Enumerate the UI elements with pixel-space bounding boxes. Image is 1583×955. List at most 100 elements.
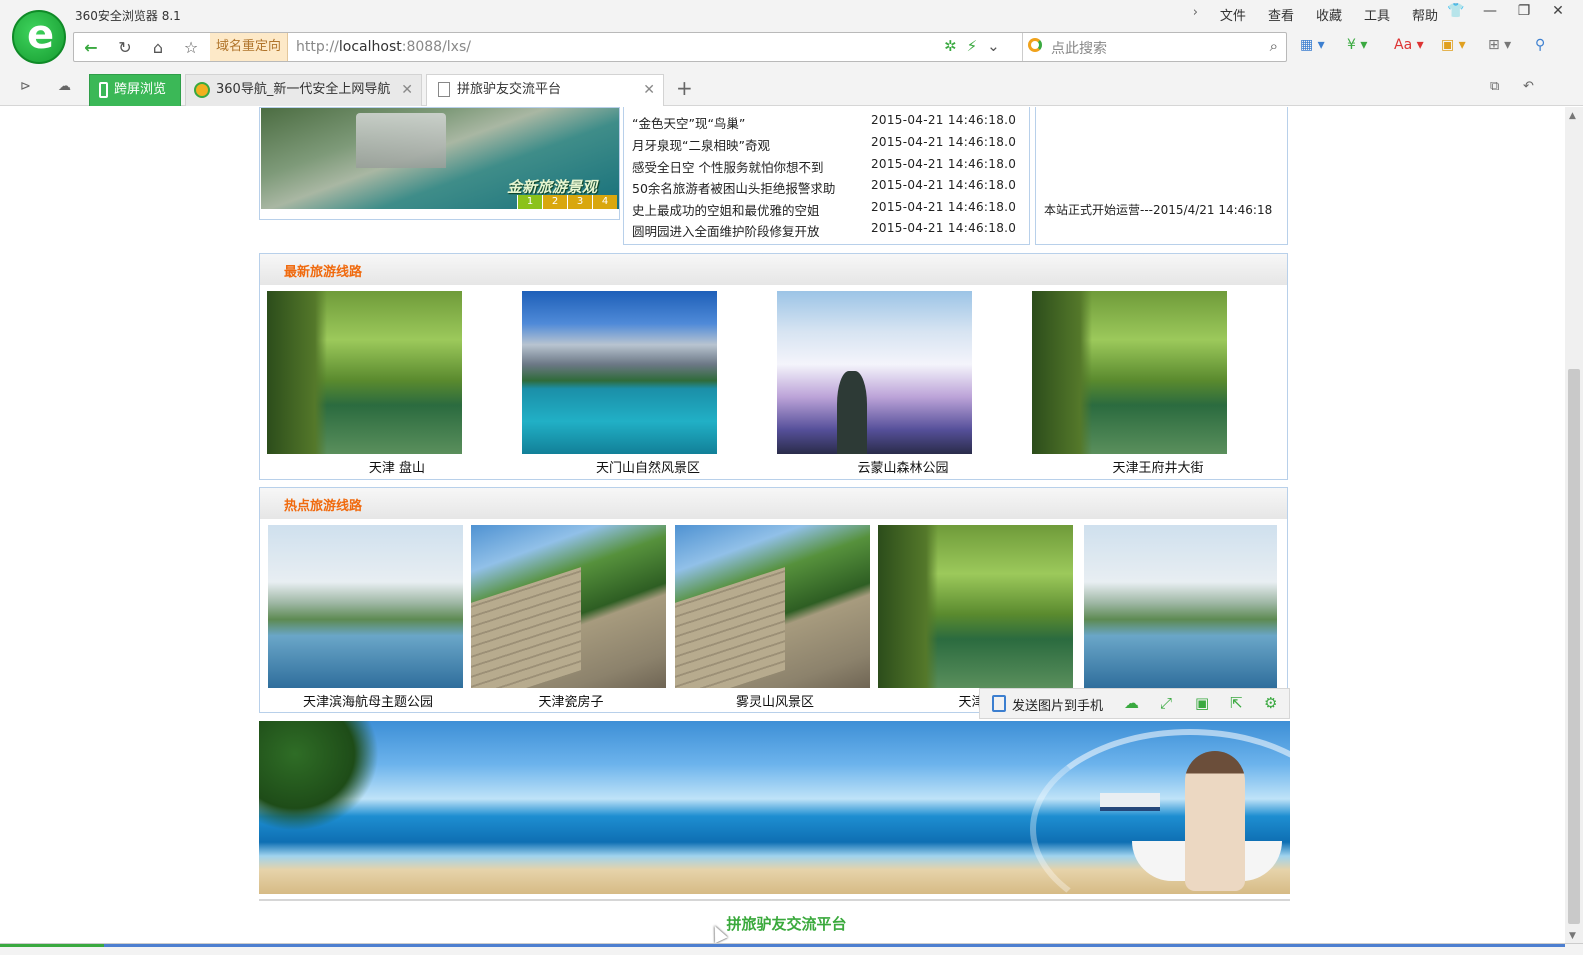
- tab-360-nav[interactable]: 360导航_新一代安全上网导航 ✕: [185, 74, 422, 106]
- route-name[interactable]: 天门山自然风景区: [528, 457, 768, 476]
- news-item[interactable]: 50余名旅游者被困山头拒绝报警求助 2015-04-21 14:46:18.0: [632, 178, 1022, 199]
- tab-pinlv[interactable]: 拼旅驴友交流平台 ✕: [426, 74, 664, 106]
- notice-panel: 本站正式开始运营---2015/4/21 14:46:18: [1035, 107, 1288, 245]
- route-card[interactable]: 天门山自然风景区: [522, 291, 717, 476]
- news-item[interactable]: 史上最成功的空姐和最优雅的空姐 2015-04-21 14:46:18.0: [632, 200, 1022, 221]
- scroll-thumb[interactable]: [1568, 369, 1580, 924]
- route-card[interactable]: 天津滨海航母主题公园: [268, 525, 463, 710]
- game-icon[interactable]: ⊞ ▾: [1488, 37, 1526, 53]
- vertical-scrollbar[interactable]: ▲ ▼: [1565, 107, 1583, 945]
- bottom-beach-banner: [259, 721, 1290, 894]
- undo-close-icon[interactable]: ↶: [1523, 79, 1534, 94]
- speed-mode-icon[interactable]: ⚡: [967, 37, 978, 55]
- cloud-save-icon[interactable]: ☁: [1124, 694, 1139, 712]
- news-title[interactable]: 感受全日空 个性服务就怕你想不到: [632, 157, 823, 176]
- news-item[interactable]: 圆明园进入全面维护阶段修复开放 2015-04-21 14:46:18.0: [632, 221, 1022, 242]
- news-item[interactable]: 月牙泉现“二泉相映”奇观 2015-04-21 14:46:18.0: [632, 135, 1022, 156]
- restore-button[interactable]: ❐: [1515, 3, 1533, 19]
- route-card[interactable]: 天津王府井大街: [1032, 291, 1227, 476]
- banner-slider[interactable]: 金新旅游景观 1 2 3 4: [259, 107, 620, 220]
- route-card[interactable]: 云蒙山森林公园: [777, 291, 972, 476]
- route-card[interactable]: 天津古: [878, 525, 1073, 710]
- banner-page[interactable]: 3: [567, 195, 592, 209]
- url-host: localhost: [338, 39, 402, 55]
- section-header: 热点旅游线路: [260, 488, 1287, 519]
- route-name[interactable]: 云蒙山森林公园: [783, 457, 1023, 476]
- route-image[interactable]: [1084, 525, 1277, 688]
- news-date: 2015-04-21 14:46:18.0: [871, 200, 1017, 214]
- news-item[interactable]: “金色天空”现“鸟巢” 2015-04-21 14:46:18.0: [632, 113, 1022, 134]
- refresh-icon[interactable]: ↻: [114, 38, 136, 58]
- apps-icon[interactable]: ▦ ▾: [1300, 37, 1338, 53]
- menu-expand-icon[interactable]: ›: [1193, 5, 1198, 24]
- news-title[interactable]: 圆明园进入全面维护阶段修复开放: [632, 221, 820, 240]
- close-tab-icon[interactable]: ✕: [401, 75, 413, 105]
- route-card[interactable]: 天津 盘山: [267, 291, 462, 476]
- home-icon[interactable]: ⌂: [147, 38, 169, 58]
- translate-icon[interactable]: Aa ▾: [1394, 37, 1432, 53]
- menu-favorites[interactable]: 收藏: [1316, 5, 1342, 24]
- menu-file[interactable]: 文件: [1220, 5, 1246, 24]
- sidebar-toggle-icon[interactable]: ⊳: [20, 79, 31, 94]
- menu-help[interactable]: 帮助: [1412, 5, 1438, 24]
- back-arrow-icon[interactable]: ←: [80, 38, 102, 58]
- chevron-down-icon[interactable]: ⌄: [987, 37, 1000, 55]
- route-image[interactable]: [522, 291, 717, 454]
- footer-title[interactable]: 拼旅驴友交流平台: [0, 913, 1565, 934]
- news-item[interactable]: 感受全日空 个性服务就怕你想不到 2015-04-21 14:46:18.0: [632, 157, 1022, 178]
- route-image[interactable]: [675, 525, 870, 688]
- search-input[interactable]: 点此搜索: [1051, 38, 1107, 58]
- news-title[interactable]: 月牙泉现“二泉相映”奇观: [632, 135, 770, 154]
- search-box[interactable]: 点此搜索 ⌕: [1022, 33, 1286, 61]
- route-card[interactable]: [1084, 525, 1277, 688]
- route-image[interactable]: [878, 525, 1073, 688]
- tab-label: 跨屏浏览: [114, 82, 167, 97]
- route-image[interactable]: [777, 291, 972, 454]
- close-tab-icon[interactable]: ✕: [643, 75, 655, 105]
- banner-page[interactable]: 4: [592, 195, 617, 209]
- close-button[interactable]: ✕: [1549, 3, 1567, 19]
- star-icon[interactable]: ☆: [180, 38, 202, 58]
- address-bar: ← ↻ ⌂ ☆ 域名重定向 http://localhost:8088/lxs/…: [0, 28, 1583, 68]
- restore-tabs-icon[interactable]: ⧉: [1490, 79, 1499, 94]
- share-icon[interactable]: ⇱: [1230, 694, 1243, 712]
- browser-logo-icon[interactable]: [12, 10, 66, 64]
- finance-icon[interactable]: ¥ ▾: [1347, 37, 1385, 53]
- new-tab-button[interactable]: +: [676, 76, 693, 100]
- fullscreen-icon[interactable]: ⤢: [1160, 694, 1172, 712]
- menu-tools[interactable]: 工具: [1364, 5, 1390, 24]
- send-to-phone-button[interactable]: 发送图片到手机: [1012, 695, 1103, 714]
- search-engine-icon[interactable]: [1028, 38, 1042, 52]
- screenshot-icon[interactable]: ▣ ▾: [1441, 37, 1479, 53]
- skin-icon[interactable]: 👕: [1447, 3, 1465, 19]
- route-image[interactable]: [267, 291, 462, 454]
- url-field[interactable]: http://localhost:8088/lxs/: [296, 39, 471, 55]
- route-image[interactable]: [268, 525, 463, 688]
- route-image[interactable]: [471, 525, 666, 688]
- route-card[interactable]: 雾灵山风景区: [675, 525, 870, 710]
- scroll-up-icon[interactable]: ▲: [1569, 111, 1576, 121]
- image-hover-toolbar: 发送图片到手机 ☁ ⤢ ▣ ⇱ ⚙: [979, 688, 1290, 719]
- news-date: 2015-04-21 14:46:18.0: [871, 221, 1017, 235]
- route-image[interactable]: [1032, 291, 1227, 454]
- gear-icon[interactable]: ⚙: [1264, 694, 1277, 712]
- tab-cross-screen[interactable]: 跨屏浏览: [89, 74, 181, 106]
- news-title[interactable]: 史上最成功的空姐和最优雅的空姐: [632, 200, 820, 219]
- route-name[interactable]: 天津 盘山: [277, 457, 517, 476]
- security-icon[interactable]: ✲: [944, 37, 957, 55]
- menu-view[interactable]: 查看: [1268, 5, 1294, 24]
- cloud-icon[interactable]: ☁: [58, 79, 71, 94]
- route-card[interactable]: 天津瓷房子: [471, 525, 666, 710]
- scroll-down-icon[interactable]: ▼: [1569, 931, 1576, 941]
- banner-page[interactable]: 2: [542, 195, 567, 209]
- minimize-button[interactable]: —: [1481, 3, 1499, 19]
- tab-label: 拼旅驴友交流平台: [457, 82, 562, 97]
- news-title[interactable]: 50余名旅游者被困山头拒绝报警求助: [632, 178, 835, 197]
- route-name[interactable]: 天津王府井大街: [1038, 457, 1278, 476]
- banner-page[interactable]: 1: [517, 195, 542, 209]
- news-title[interactable]: “金色天空”现“鸟巢”: [632, 113, 745, 132]
- redirect-badge[interactable]: 域名重定向: [210, 33, 288, 61]
- zoom-icon[interactable]: ⚲: [1535, 37, 1573, 53]
- save-icon[interactable]: ▣: [1195, 694, 1209, 712]
- search-icon[interactable]: ⌕: [1270, 37, 1278, 55]
